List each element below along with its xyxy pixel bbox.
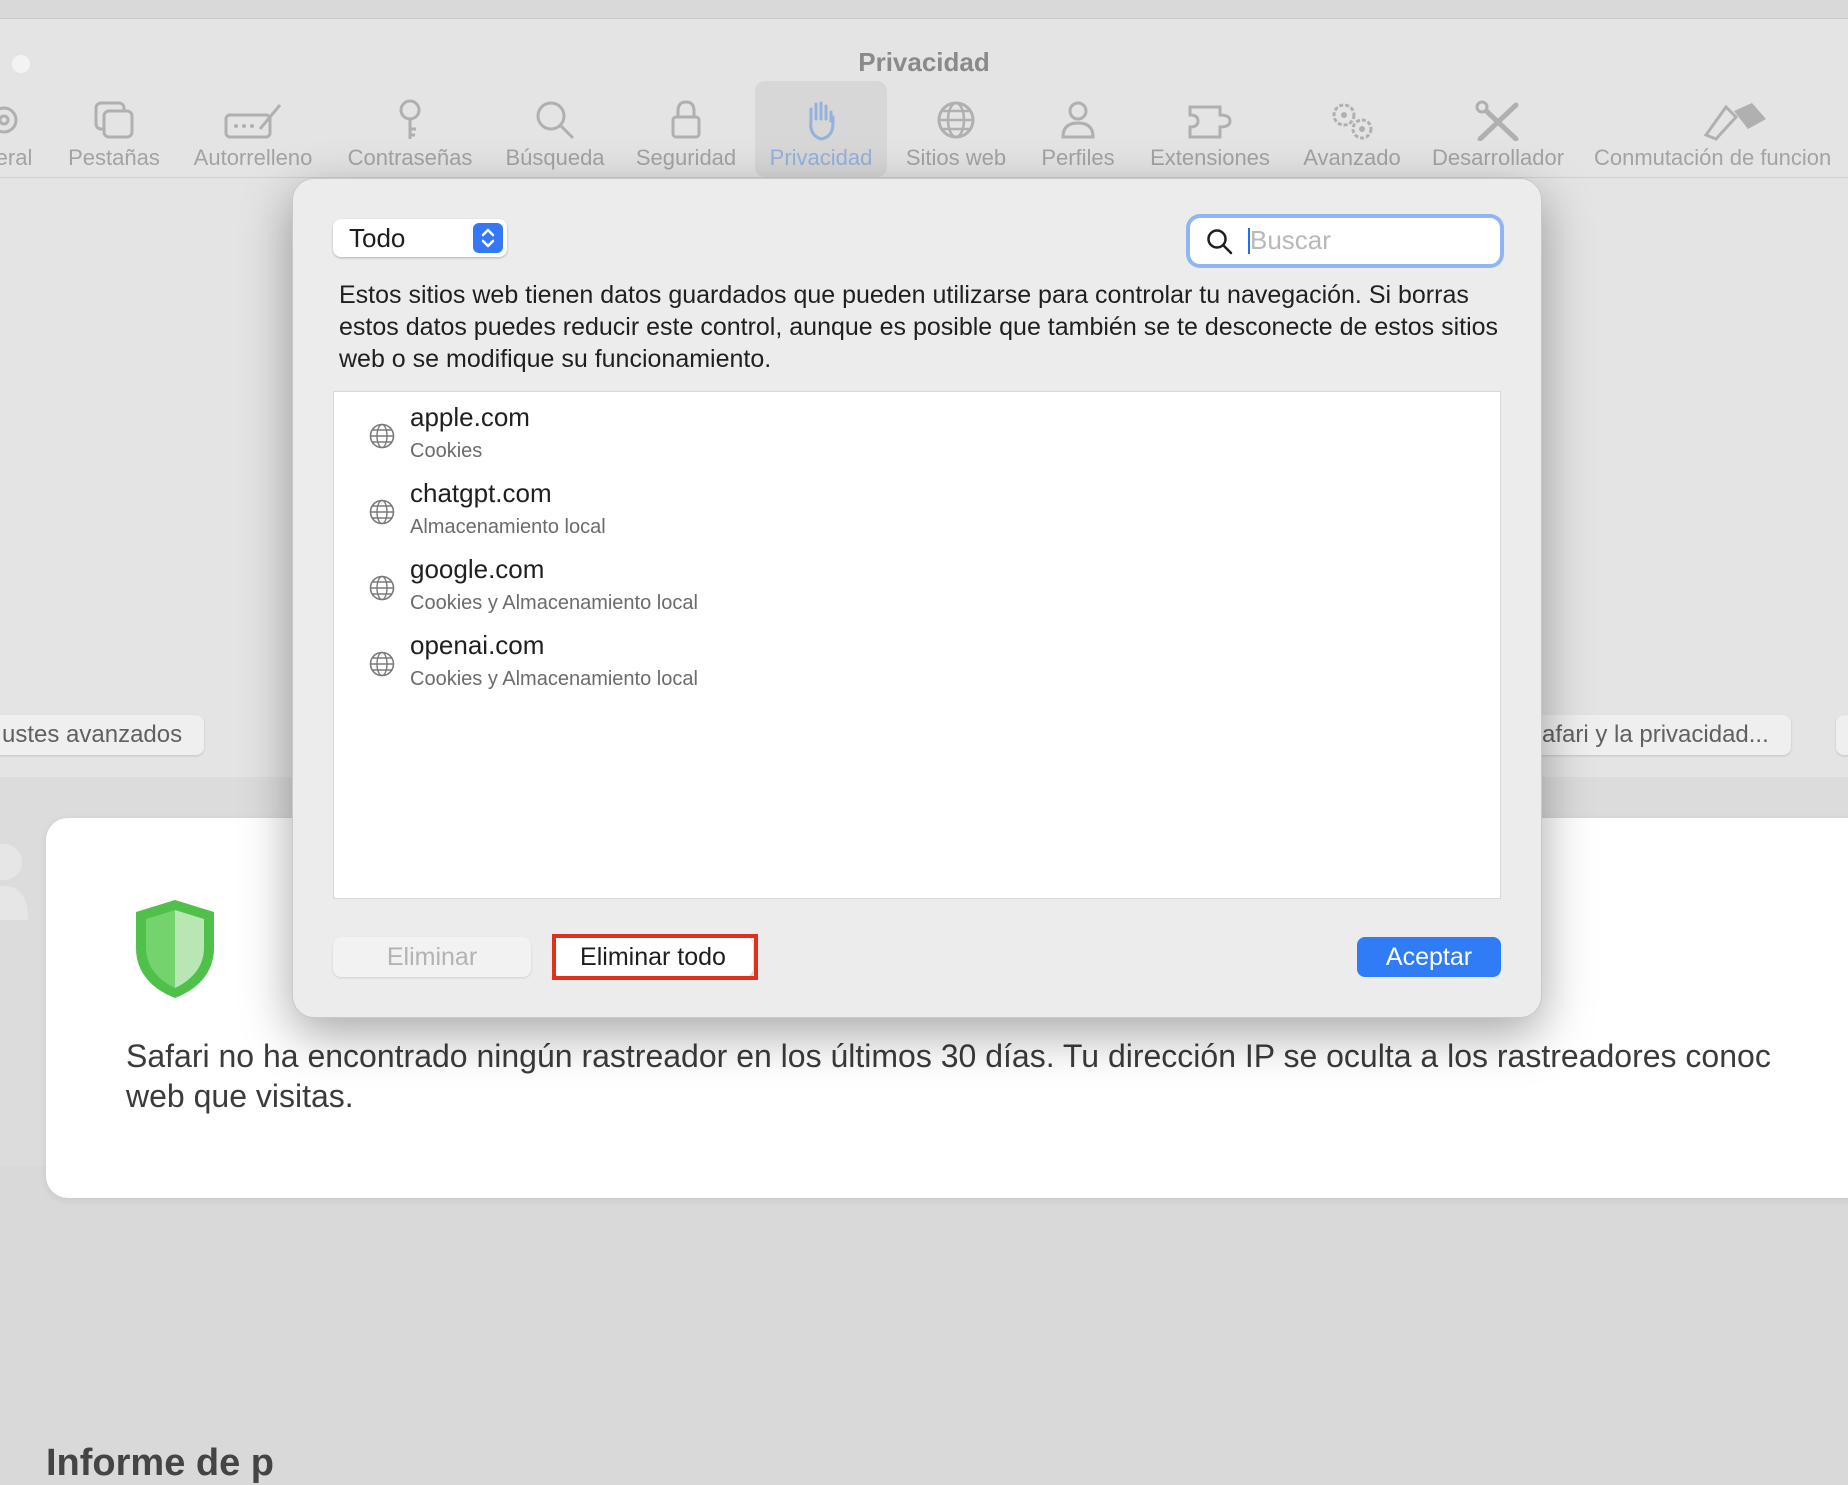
tab-developer[interactable]: Desarrollador xyxy=(1424,81,1572,177)
tab-profiles[interactable]: Perfiles xyxy=(1030,81,1126,177)
tab-label: Sitios web xyxy=(905,145,1007,170)
person-icon xyxy=(0,844,28,920)
tab-label: Autorrelleno xyxy=(193,145,313,170)
tab-label: Contraseñas xyxy=(347,145,473,170)
site-data-type: Cookies y Almacenamiento local xyxy=(410,592,698,614)
key-icon xyxy=(399,99,421,139)
tab-label: Perfiles xyxy=(1041,145,1115,170)
tab-privacy[interactable]: Privacidad xyxy=(755,81,887,177)
site-data-type: Cookies y Almacenamiento local xyxy=(410,668,698,690)
list-item[interactable]: chatgpt.com Almacenamiento local xyxy=(334,474,1500,550)
hand-icon xyxy=(809,101,835,141)
extra-button[interactable] xyxy=(1836,715,1848,755)
tab-label: eral xyxy=(0,145,33,170)
tab-extensions[interactable]: Extensiones xyxy=(1144,81,1276,177)
tab-label: Privacidad xyxy=(769,145,873,170)
report-text-line: Safari no ha encontrado ningún rastreado… xyxy=(126,1038,1771,1074)
report-title: Informe de p xyxy=(46,1442,275,1484)
globe-icon xyxy=(369,651,395,677)
tab-label: Conmutación de funcion xyxy=(1594,145,1832,170)
tab-label: Extensiones xyxy=(1150,145,1270,170)
tab-label: Avanzado xyxy=(1303,145,1401,170)
tab-feature-flags[interactable]: Conmutación de funcion xyxy=(1594,81,1848,177)
puzzle-icon xyxy=(1188,105,1232,139)
tab-autofill[interactable]: Autorrelleno xyxy=(186,81,320,177)
gear-icon xyxy=(0,106,18,134)
tab-websites[interactable]: Sitios web xyxy=(900,81,1012,177)
annotation-highlight-box xyxy=(552,934,758,980)
globe-icon xyxy=(369,423,395,449)
globe-icon xyxy=(937,101,975,139)
tab-security[interactable]: Seguridad xyxy=(630,81,742,177)
gears-icon xyxy=(1332,103,1373,140)
list-item[interactable]: apple.com Cookies xyxy=(334,398,1500,474)
search-icon xyxy=(536,101,575,140)
list-item[interactable]: openai.com Cookies y Almacenamiento loca… xyxy=(334,626,1500,702)
tab-general[interactable]: eral xyxy=(0,81,42,177)
dialog-description: Estos sitios web tienen datos guardados … xyxy=(339,281,1499,373)
report-text: Safari no ha encontrado ningún rastreado… xyxy=(126,1036,1846,1116)
flags-icon xyxy=(1703,103,1766,141)
search-field[interactable] xyxy=(1190,218,1500,264)
site-name: google.com xyxy=(410,554,545,584)
tab-label: Búsqueda xyxy=(505,145,605,170)
tab-label: Desarrollador xyxy=(1431,145,1565,170)
website-list[interactable]: apple.com Cookies chatgpt.com Almacenami… xyxy=(333,391,1501,899)
accept-button[interactable]: Aceptar xyxy=(1357,937,1501,977)
lock-icon xyxy=(671,100,701,139)
safari-privacy-button[interactable]: afari y la privacidad... xyxy=(1520,715,1791,755)
tab-tabs[interactable]: Pestañas xyxy=(64,81,164,177)
filter-select[interactable]: Todo xyxy=(333,219,507,257)
tools-icon xyxy=(1475,100,1519,141)
report-text-line: web que visitas. xyxy=(126,1078,354,1114)
globe-icon xyxy=(369,499,395,525)
globe-icon xyxy=(369,575,395,601)
site-name: openai.com xyxy=(410,630,545,660)
tab-advanced[interactable]: Avanzado xyxy=(1296,81,1408,177)
select-arrows-icon xyxy=(473,223,503,253)
tab-label: Seguridad xyxy=(635,145,737,170)
tab-search[interactable]: Búsqueda xyxy=(500,81,610,177)
window-title: Privacidad xyxy=(858,47,990,77)
search-icon xyxy=(1207,229,1233,255)
advanced-settings-button[interactable]: ustes avanzados xyxy=(0,715,205,755)
autofill-icon xyxy=(224,104,282,139)
tab-passwords[interactable]: Contraseñas xyxy=(340,81,480,177)
preferences-toolbar: eral Pestañas Autorrelleno Contraseñas B… xyxy=(0,81,1848,178)
search-input[interactable] xyxy=(1250,222,1488,258)
site-data-type: Cookies xyxy=(410,440,483,462)
site-name: chatgpt.com xyxy=(410,478,552,508)
site-data-type: Almacenamiento local xyxy=(410,516,606,538)
person-icon xyxy=(1061,101,1095,139)
list-item[interactable]: google.com Cookies y Almacenamiento loca… xyxy=(334,550,1500,626)
site-name: apple.com xyxy=(410,402,530,432)
tab-label: Pestañas xyxy=(68,145,160,170)
delete-button[interactable]: Eliminar xyxy=(333,937,531,977)
shield-icon xyxy=(136,900,214,998)
website-data-dialog: Todo Estos sitios web tienen datos guard… xyxy=(292,178,1542,1018)
tabs-icon xyxy=(94,101,134,139)
filter-value: Todo xyxy=(349,223,406,253)
